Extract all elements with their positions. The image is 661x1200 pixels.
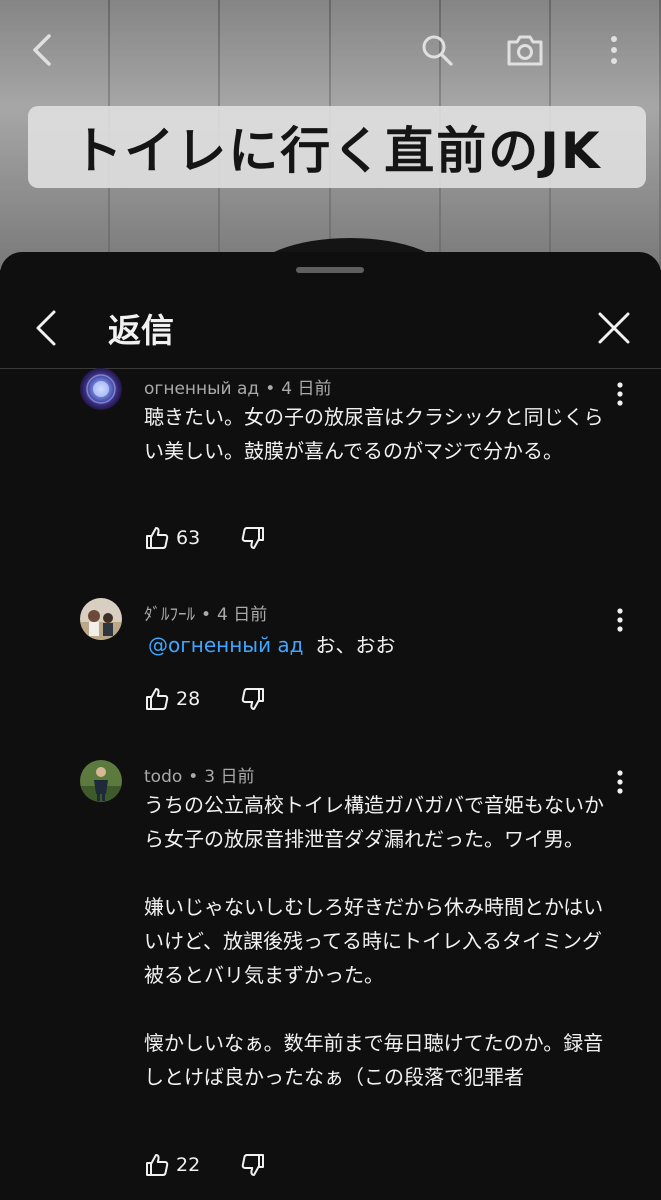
comment-meta: ﾀﾞﾙﾌｰﾙ • 4 日前: [144, 605, 268, 625]
comment-text: お、おお: [315, 633, 396, 657]
comment-text: うちの公立高校トイレ構造ガバガバで音姫もないから女子の放尿音排泄音ダダ漏れだった…: [144, 793, 604, 1089]
more-vertical-icon: [611, 36, 617, 64]
replies-sheet: 返信 огненный ад • 4 日前 聴きたい。女の子の放尿音はクラシックと同…: [0, 252, 661, 1200]
comment-actions: 22: [144, 1147, 266, 1183]
thumb-up-icon[interactable]: [144, 1152, 170, 1178]
comment-text: 聴きたい。女の子の放尿音はクラシックと同じくらい美しい。鼓膜が喜んでるのがマジで…: [144, 405, 604, 463]
video-top-bar: [0, 0, 661, 100]
comment-author[interactable]: todo: [144, 767, 182, 787]
comment-time: 4 日前: [217, 605, 268, 625]
camera-button[interactable]: [503, 28, 547, 72]
avatar[interactable]: [80, 760, 122, 802]
mention-link[interactable]: @огненный ад: [148, 633, 304, 657]
drag-handle[interactable]: [296, 267, 364, 273]
comment-actions: 28: [144, 681, 266, 717]
camera-icon: [507, 35, 543, 66]
search-button[interactable]: [415, 28, 459, 72]
sheet-header: 返信: [0, 292, 661, 368]
overflow-menu-button[interactable]: [592, 28, 636, 72]
comment-author[interactable]: огненный ад: [144, 379, 259, 399]
video-caption: トイレに行く直前のJK: [28, 106, 646, 188]
comment-text-block: @огненный ад お、おお: [144, 628, 619, 662]
sheet-back-button[interactable]: [28, 306, 68, 350]
thumb-down-icon[interactable]: [240, 686, 266, 712]
comment-meta: огненный ад • 4 日前: [144, 379, 332, 399]
thumb-down-icon[interactable]: [240, 1152, 266, 1178]
avatar-image: [80, 368, 122, 410]
comment-meta: todo • 3 日前: [144, 767, 255, 787]
avatar[interactable]: [80, 368, 122, 410]
like-count: 63: [176, 527, 201, 549]
close-icon: [598, 312, 630, 344]
chevron-left-icon: [33, 34, 51, 66]
like-count: 22: [176, 1154, 201, 1176]
thumb-up-icon[interactable]: [144, 525, 170, 551]
thumb-up-icon[interactable]: [144, 686, 170, 712]
like-count: 28: [176, 688, 201, 710]
avatar-image: [80, 598, 122, 640]
thumb-down-icon[interactable]: [240, 525, 266, 551]
comment-author[interactable]: ﾀﾞﾙﾌｰﾙ: [144, 605, 195, 625]
chevron-left-icon: [36, 310, 56, 346]
back-button[interactable]: [20, 28, 64, 72]
comment-time: 3 日前: [204, 767, 255, 787]
close-button[interactable]: [592, 306, 636, 350]
avatar[interactable]: [80, 598, 122, 640]
search-icon: [422, 35, 453, 66]
avatar-image: [80, 760, 122, 802]
comment-actions: 63: [144, 520, 266, 556]
sheet-title: 返信: [108, 311, 174, 350]
comment-time: 4 日前: [281, 379, 332, 399]
